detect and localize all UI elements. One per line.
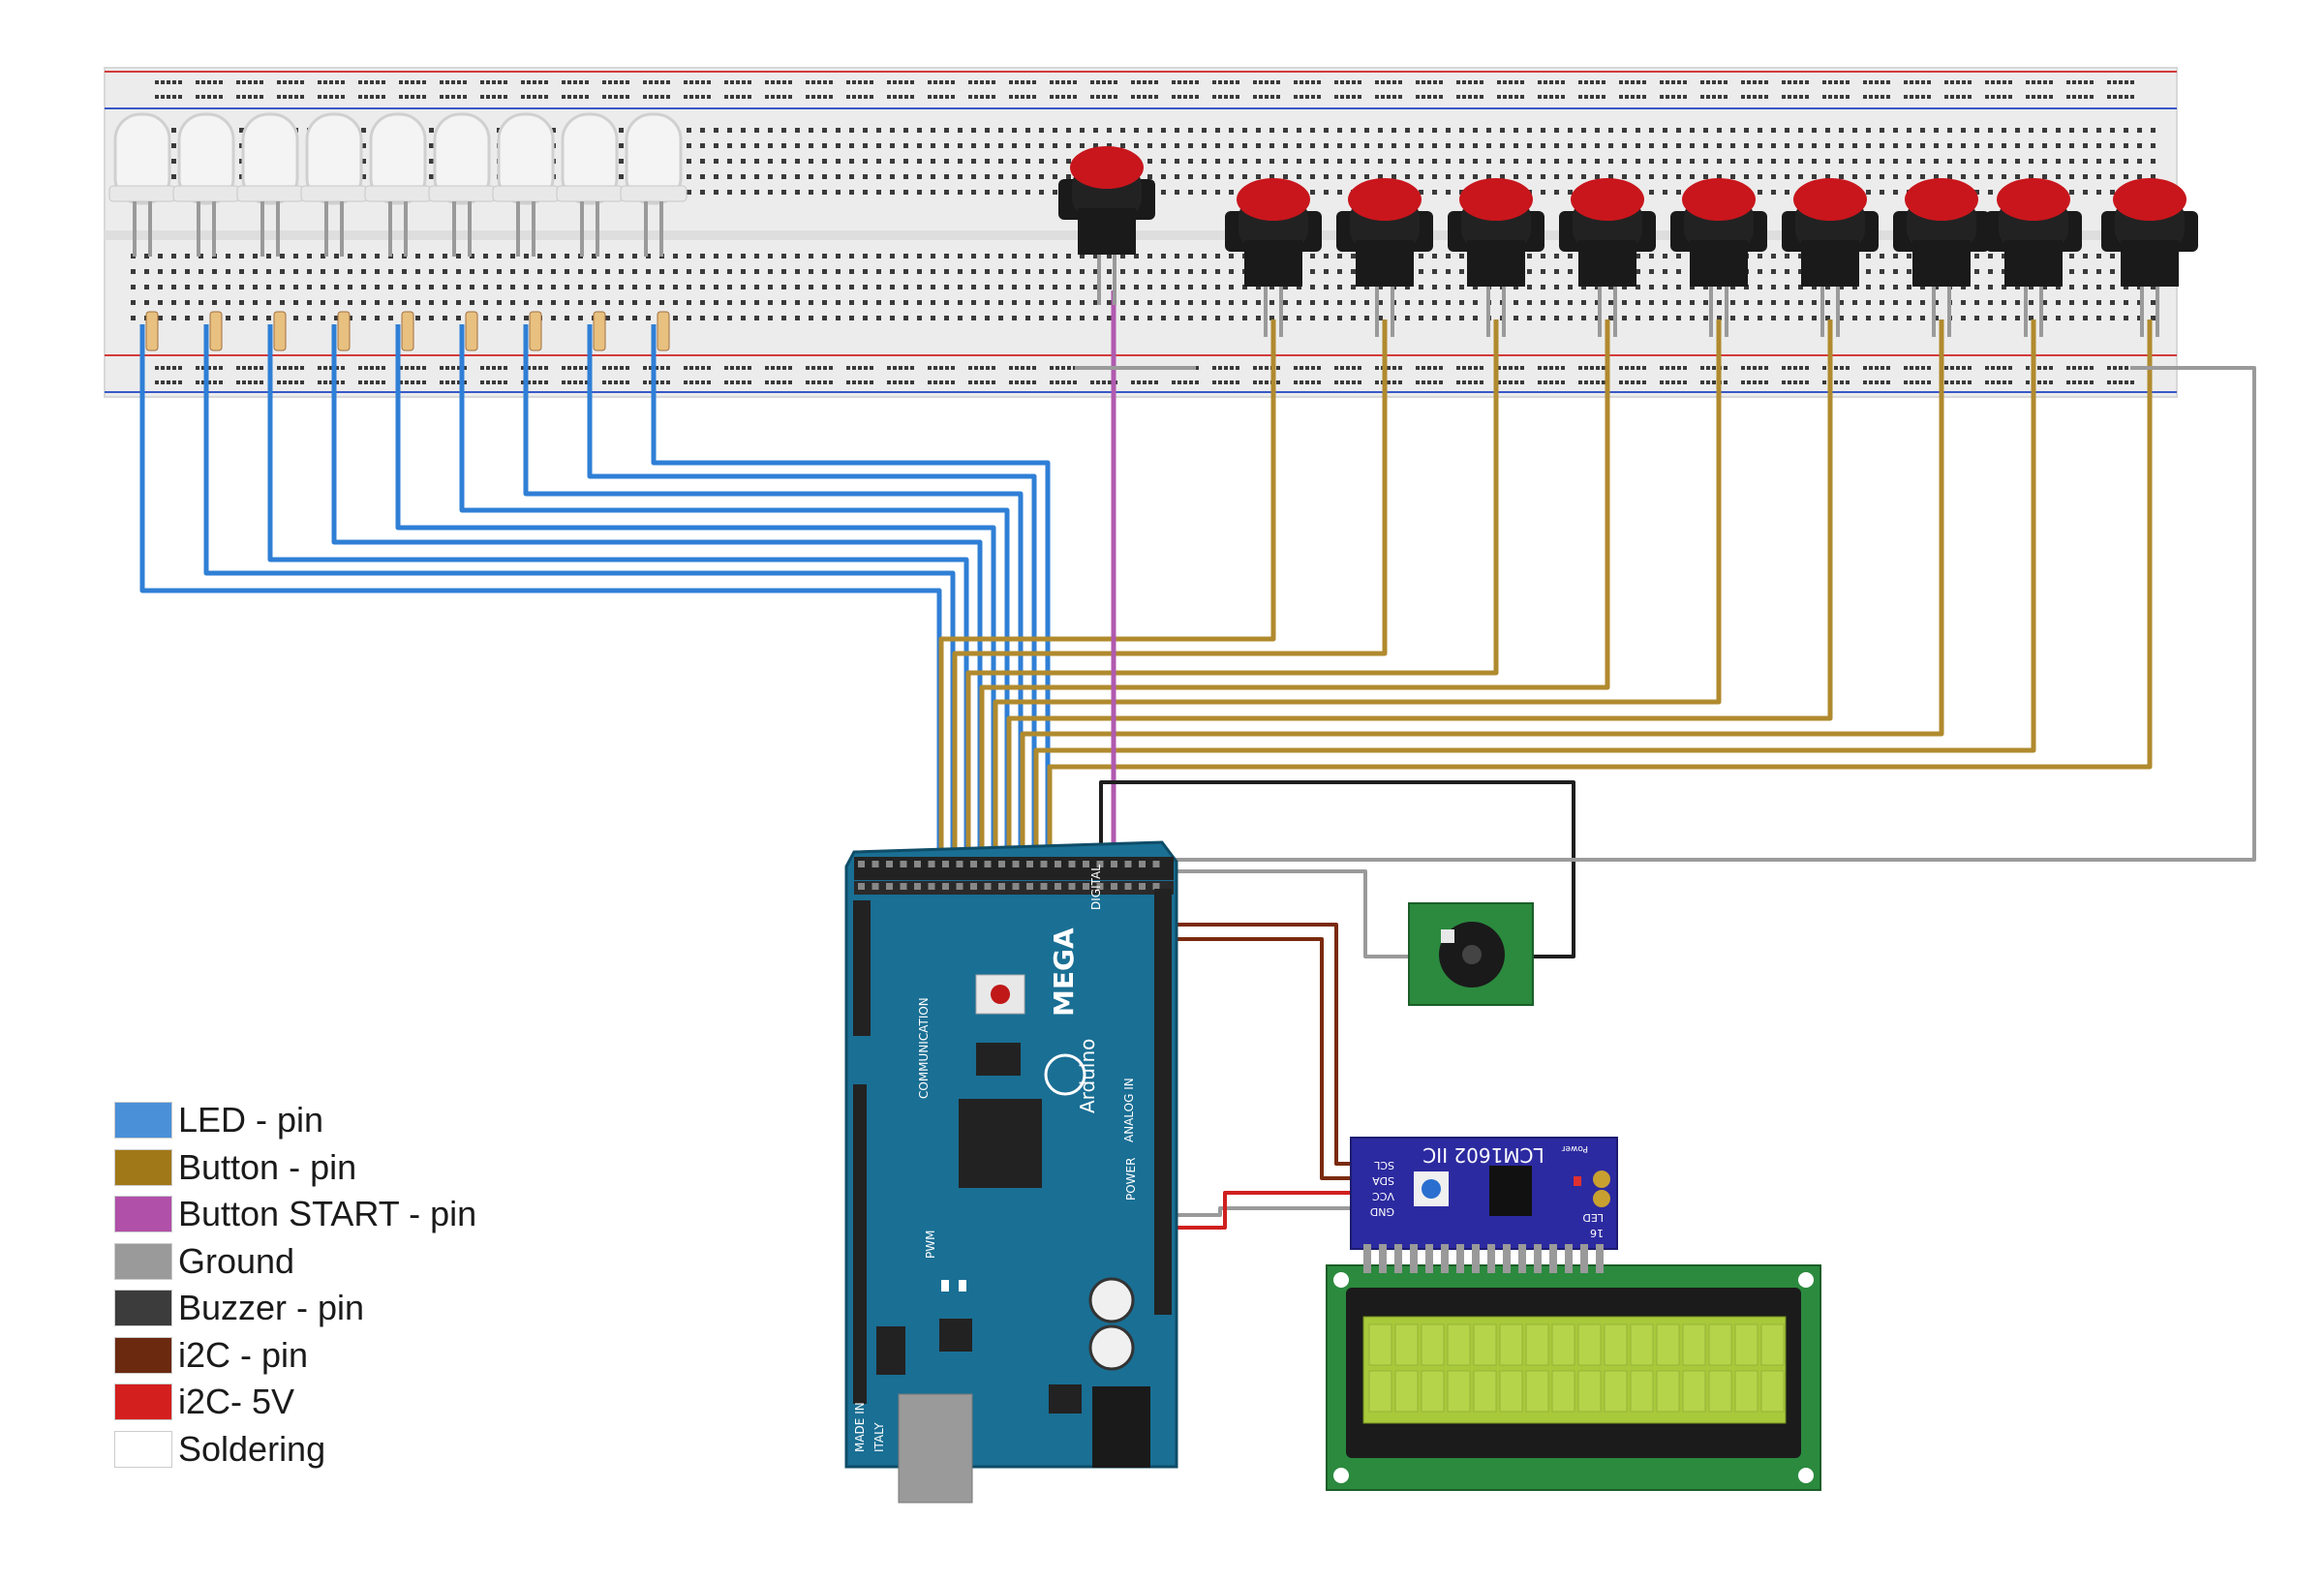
led-wire [459,324,1010,871]
ground-wire [1147,869,1409,958]
legend-swatch-button [114,1148,172,1186]
legend: LED - pin Button - pin Button START - pi… [114,1097,618,1473]
ground-wire [1167,1206,1361,1217]
legend-label-i2c-pin: i2C - pin [178,1334,309,1375]
push-button-cap [1682,178,1756,221]
push-button-cap [1237,178,1310,221]
legend-swatch-ground [114,1242,172,1280]
legend-label-ground: Ground [178,1240,295,1281]
legend-label-button: Button - pin [178,1146,357,1187]
buzzer-module [1408,902,1534,1006]
arduino-country-label: ITALY [872,1422,886,1452]
push-button-cap [1348,178,1422,221]
led-base [108,185,176,202]
legend-swatch-buzzer [114,1290,172,1327]
legend-swatch-soldering [114,1430,172,1468]
arduino-power-label: POWER [1124,1158,1138,1201]
led-base [172,185,240,202]
start-button-cap [1070,146,1144,189]
resistor [273,311,287,351]
i2c-led-label: LED [1582,1211,1604,1224]
legend-item-soldering: Soldering [114,1426,618,1474]
legend-swatch-led [114,1102,172,1140]
push-button-cap [1571,178,1644,221]
legend-label-i2c-5v: i2C- 5V [178,1382,295,1422]
push-button-cap [1905,178,1978,221]
i2c-pin-scl: SCL [1373,1159,1394,1171]
led-wire [139,324,942,871]
resistor [145,311,159,351]
arduino-digital-label: DIGITAL [1089,865,1103,910]
arduino-made-in-label: MADE IN [853,1402,867,1452]
button-wire [1006,319,1833,871]
legend-item-i2c-pin: i2C - pin [114,1332,618,1380]
i2c-pin-gnd: GND [1370,1205,1394,1218]
button-wire [1020,319,1944,871]
led-base [236,185,304,202]
legend-swatch-button-start [114,1196,172,1233]
led-base [620,185,688,202]
resistor [657,311,670,351]
push-button-cap [1459,178,1533,221]
i2c-power-label: Power [1561,1143,1588,1153]
legend-label-soldering: Soldering [178,1428,326,1469]
button-wire [979,319,1610,871]
ground-wire [1147,366,2256,862]
legend-swatch-i2c-pin [114,1336,172,1374]
push-button-cap [1997,178,2070,221]
legend-swatch-i2c-5v [114,1383,172,1421]
i2c-pin16-label: 16 [1590,1227,1604,1239]
arduino-brand-label: Arduino [1076,1039,1099,1113]
arduino-communication-label: COMMUNICATION [917,997,931,1099]
legend-item-buzzer: Buzzer - pin [114,1285,618,1332]
arduino-mega-board: Arduino MEGA DIGITAL ANALOG IN POWER COM… [844,840,1178,1504]
led-wire [395,324,996,871]
led-base [364,185,432,202]
resistor [529,311,542,351]
i2c-module: LCM1602 IIC SCL SDA VCC GND LED Power 16 [1350,1137,1618,1273]
led-base [492,185,560,202]
led-base [428,185,496,202]
arduino-pwm-label: PWM [924,1231,937,1259]
resistor [465,311,478,351]
legend-item-button: Button - pin [114,1144,618,1192]
wires [139,290,2256,1230]
i2c-pin-sda: SDA [1372,1174,1394,1187]
resistor [209,311,223,351]
led-wire [523,324,1024,871]
arduino-analog-label: ANALOG IN [1122,1078,1136,1142]
i2c-module-title: LCM1602 IIC [1422,1143,1544,1167]
led-wire [331,324,983,871]
button-wire [993,319,1722,871]
resistor [593,311,606,351]
i2c-pin-vcc: VCC [1372,1190,1394,1202]
legend-item-i2c-5v: i2C- 5V [114,1379,618,1426]
button-wire [1047,319,2153,871]
led-base [300,185,368,202]
arduino-model-label: MEGA [1048,927,1080,1017]
button-wire [938,319,1276,871]
legend-label-button-start: Button START - pin [178,1194,477,1234]
button-wire [1033,319,2036,871]
push-button-cap [2113,178,2186,221]
led-wire [651,324,1051,871]
legend-label-led: LED - pin [178,1100,324,1140]
led-base [556,185,624,202]
lcd-display [1326,1264,1821,1491]
legend-label-buzzer: Buzzer - pin [178,1288,365,1328]
legend-item-button-start: Button START - pin [114,1191,618,1238]
resistor [337,311,351,351]
led-wire [203,324,956,871]
push-button-cap [1793,178,1867,221]
legend-item-led: LED - pin [114,1097,618,1144]
resistor [401,311,414,351]
legend-item-ground: Ground [114,1238,618,1286]
led-wire [267,324,969,871]
